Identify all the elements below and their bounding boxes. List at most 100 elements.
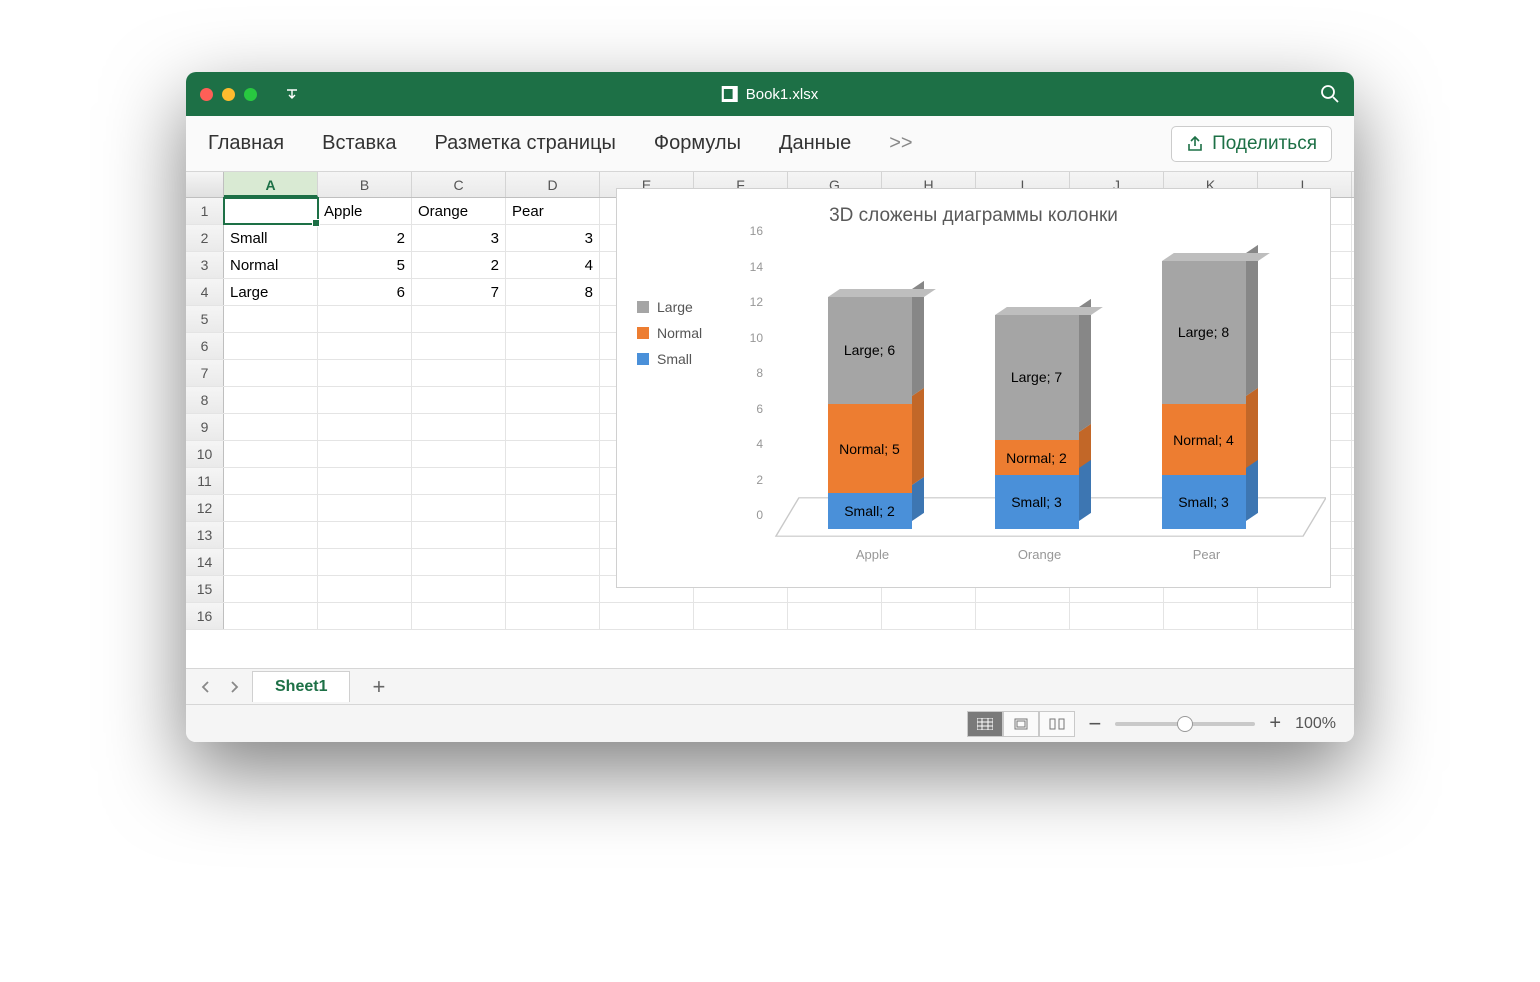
cell[interactable]: 2 xyxy=(412,252,506,278)
cell[interactable] xyxy=(600,603,694,629)
cell[interactable] xyxy=(788,603,882,629)
close-window-button[interactable] xyxy=(200,88,213,101)
cell[interactable] xyxy=(506,414,600,440)
view-normal-button[interactable] xyxy=(967,711,1003,737)
row-header[interactable]: 2 xyxy=(186,225,224,251)
cell[interactable] xyxy=(412,603,506,629)
cell[interactable] xyxy=(412,360,506,386)
view-page-break-button[interactable] xyxy=(1039,711,1075,737)
cell[interactable] xyxy=(412,441,506,467)
search-button[interactable] xyxy=(1320,84,1340,104)
cell[interactable]: Orange xyxy=(412,198,506,224)
cell[interactable] xyxy=(506,333,600,359)
cell[interactable] xyxy=(506,306,600,332)
maximize-window-button[interactable] xyxy=(244,88,257,101)
qat-dropdown-icon[interactable] xyxy=(285,87,299,101)
row-header[interactable]: 12 xyxy=(186,495,224,521)
cell[interactable] xyxy=(412,522,506,548)
cell[interactable] xyxy=(224,333,318,359)
cell[interactable] xyxy=(318,468,412,494)
cell[interactable] xyxy=(318,522,412,548)
zoom-in-button[interactable]: + xyxy=(1269,712,1281,735)
share-button[interactable]: Поделиться xyxy=(1171,126,1332,162)
view-page-layout-button[interactable] xyxy=(1003,711,1039,737)
cell[interactable] xyxy=(224,576,318,602)
cell[interactable]: 3 xyxy=(506,225,600,251)
cell[interactable] xyxy=(506,603,600,629)
zoom-slider[interactable] xyxy=(1115,722,1255,726)
row-header[interactable]: 4 xyxy=(186,279,224,305)
cell[interactable] xyxy=(224,306,318,332)
cell[interactable] xyxy=(412,495,506,521)
cell[interactable] xyxy=(224,387,318,413)
row-header[interactable]: 10 xyxy=(186,441,224,467)
cell[interactable] xyxy=(882,603,976,629)
cell[interactable] xyxy=(694,603,788,629)
cell[interactable] xyxy=(412,576,506,602)
cell[interactable] xyxy=(318,333,412,359)
cell[interactable] xyxy=(224,198,318,224)
cell[interactable] xyxy=(1070,603,1164,629)
cell[interactable] xyxy=(224,441,318,467)
add-sheet-button[interactable]: + xyxy=(358,674,399,700)
row-header[interactable]: 5 xyxy=(186,306,224,332)
cell[interactable] xyxy=(318,495,412,521)
select-all-corner[interactable] xyxy=(186,172,224,197)
cell[interactable]: Apple xyxy=(318,198,412,224)
cell[interactable]: 8 xyxy=(506,279,600,305)
row-header[interactable]: 7 xyxy=(186,360,224,386)
cell[interactable] xyxy=(506,387,600,413)
cell[interactable] xyxy=(224,603,318,629)
cell[interactable] xyxy=(318,603,412,629)
row-header[interactable]: 14 xyxy=(186,549,224,575)
spreadsheet-grid[interactable]: A B C D E F G H I J K L 1AppleOrangePear… xyxy=(186,172,1354,668)
col-header-B[interactable]: B xyxy=(318,172,412,197)
cell[interactable] xyxy=(318,549,412,575)
row-header[interactable]: 1 xyxy=(186,198,224,224)
cell[interactable]: 6 xyxy=(318,279,412,305)
cell[interactable]: 4 xyxy=(506,252,600,278)
cell[interactable]: 2 xyxy=(318,225,412,251)
row-header[interactable]: 3 xyxy=(186,252,224,278)
cell[interactable]: 5 xyxy=(318,252,412,278)
cell[interactable] xyxy=(318,360,412,386)
row-header[interactable]: 16 xyxy=(186,603,224,629)
cell[interactable] xyxy=(506,522,600,548)
cell[interactable]: 7 xyxy=(412,279,506,305)
sheet-tab-active[interactable]: Sheet1 xyxy=(252,671,350,702)
cell[interactable] xyxy=(506,576,600,602)
cell[interactable]: Large xyxy=(224,279,318,305)
row-header[interactable]: 6 xyxy=(186,333,224,359)
cell[interactable] xyxy=(224,468,318,494)
cell[interactable] xyxy=(976,603,1070,629)
cell[interactable] xyxy=(412,468,506,494)
row-header[interactable]: 9 xyxy=(186,414,224,440)
cell[interactable] xyxy=(506,441,600,467)
cell[interactable] xyxy=(1258,603,1352,629)
minimize-window-button[interactable] xyxy=(222,88,235,101)
cell[interactable] xyxy=(1164,603,1258,629)
col-header-C[interactable]: C xyxy=(412,172,506,197)
cell[interactable] xyxy=(506,468,600,494)
cell[interactable] xyxy=(412,333,506,359)
ribbon-tab-data[interactable]: Данные xyxy=(779,132,851,155)
cell[interactable] xyxy=(224,414,318,440)
row-header[interactable]: 15 xyxy=(186,576,224,602)
ribbon-overflow[interactable]: >> xyxy=(889,132,912,155)
row-header[interactable]: 11 xyxy=(186,468,224,494)
embedded-chart[interactable]: 3D сложены диаграммы колонки Large Norma… xyxy=(616,188,1331,588)
row-header[interactable]: 13 xyxy=(186,522,224,548)
ribbon-tab-home[interactable]: Главная xyxy=(208,132,284,155)
sheet-nav-next[interactable] xyxy=(224,677,244,697)
cell[interactable] xyxy=(318,306,412,332)
col-header-A[interactable]: A xyxy=(224,172,318,197)
cell[interactable] xyxy=(318,387,412,413)
cell[interactable] xyxy=(318,441,412,467)
cell[interactable] xyxy=(412,414,506,440)
cell[interactable] xyxy=(412,549,506,575)
cell[interactable] xyxy=(506,360,600,386)
zoom-out-button[interactable]: − xyxy=(1089,711,1102,737)
cell[interactable]: Small xyxy=(224,225,318,251)
col-header-D[interactable]: D xyxy=(506,172,600,197)
ribbon-tab-insert[interactable]: Вставка xyxy=(322,132,396,155)
